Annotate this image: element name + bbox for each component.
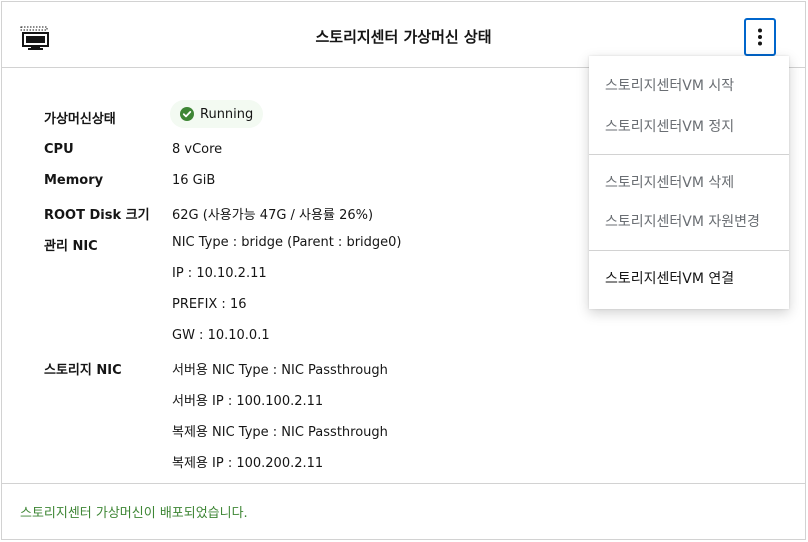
mgmt-nic-label: 관리 NIC	[44, 239, 98, 254]
deploy-status-message: 스토리지센터 가상머신이 배포되었습니다.	[20, 506, 248, 521]
actions-dropdown-menu: 스토리지센터VM 시작 스토리지센터VM 정지 스토리지센터VM 삭제 스토리지…	[589, 56, 789, 309]
card-title: 스토리지센터 가상머신 상태	[315, 28, 492, 46]
mgmt-nic-type: NIC Type : bridge (Parent : bridge0)	[172, 235, 402, 250]
mgmt-nic-prefix: PREFIX : 16	[172, 297, 247, 312]
menu-item-resize-vm[interactable]: 스토리지센터VM 자원변경	[589, 204, 789, 238]
mgmt-nic-gw: GW : 10.10.0.1	[172, 328, 270, 343]
menu-item-delete-vm[interactable]: 스토리지센터VM 삭제	[589, 165, 789, 199]
menu-item-start-vm[interactable]: 스토리지센터VM 시작	[589, 68, 789, 102]
storage-nic-label: 스토리지 NIC	[44, 363, 122, 378]
menu-item-stop-vm[interactable]: 스토리지센터VM 정지	[589, 109, 789, 143]
memory-label: Memory	[44, 173, 104, 188]
menu-divider	[589, 154, 789, 155]
storage-nic-server-ip: 서버용 IP : 100.100.2.11	[172, 394, 324, 409]
storage-nic-repl-type: 복제용 NIC Type : NIC Passthrough	[172, 425, 388, 440]
root-disk-value: 62G (사용가능 47G / 사용률 26%)	[172, 208, 374, 223]
vm-state-value: Running	[200, 106, 254, 122]
menu-divider	[589, 250, 789, 251]
storage-nic-repl-ip: 복제용 IP : 100.200.2.11	[172, 456, 324, 471]
cpu-label: CPU	[44, 142, 74, 157]
check-circle-icon	[180, 107, 194, 121]
mgmt-nic-ip: IP : 10.10.2.11	[172, 266, 267, 281]
storage-nic-server-type: 서버용 NIC Type : NIC Passthrough	[172, 363, 388, 378]
vm-state-label: 가상머신상태	[44, 112, 116, 127]
menu-item-connect-vm[interactable]: 스토리지센터VM 연결	[589, 261, 789, 295]
card-footer: 스토리지센터 가상머신이 배포되었습니다.	[2, 483, 805, 539]
actions-menu-button[interactable]	[744, 18, 776, 56]
root-disk-label: ROOT Disk 크기	[44, 208, 150, 223]
cpu-value: 8 vCore	[172, 142, 223, 157]
memory-value: 16 GiB	[172, 173, 216, 188]
kebab-icon	[758, 28, 762, 46]
status-badge: Running	[170, 100, 264, 128]
